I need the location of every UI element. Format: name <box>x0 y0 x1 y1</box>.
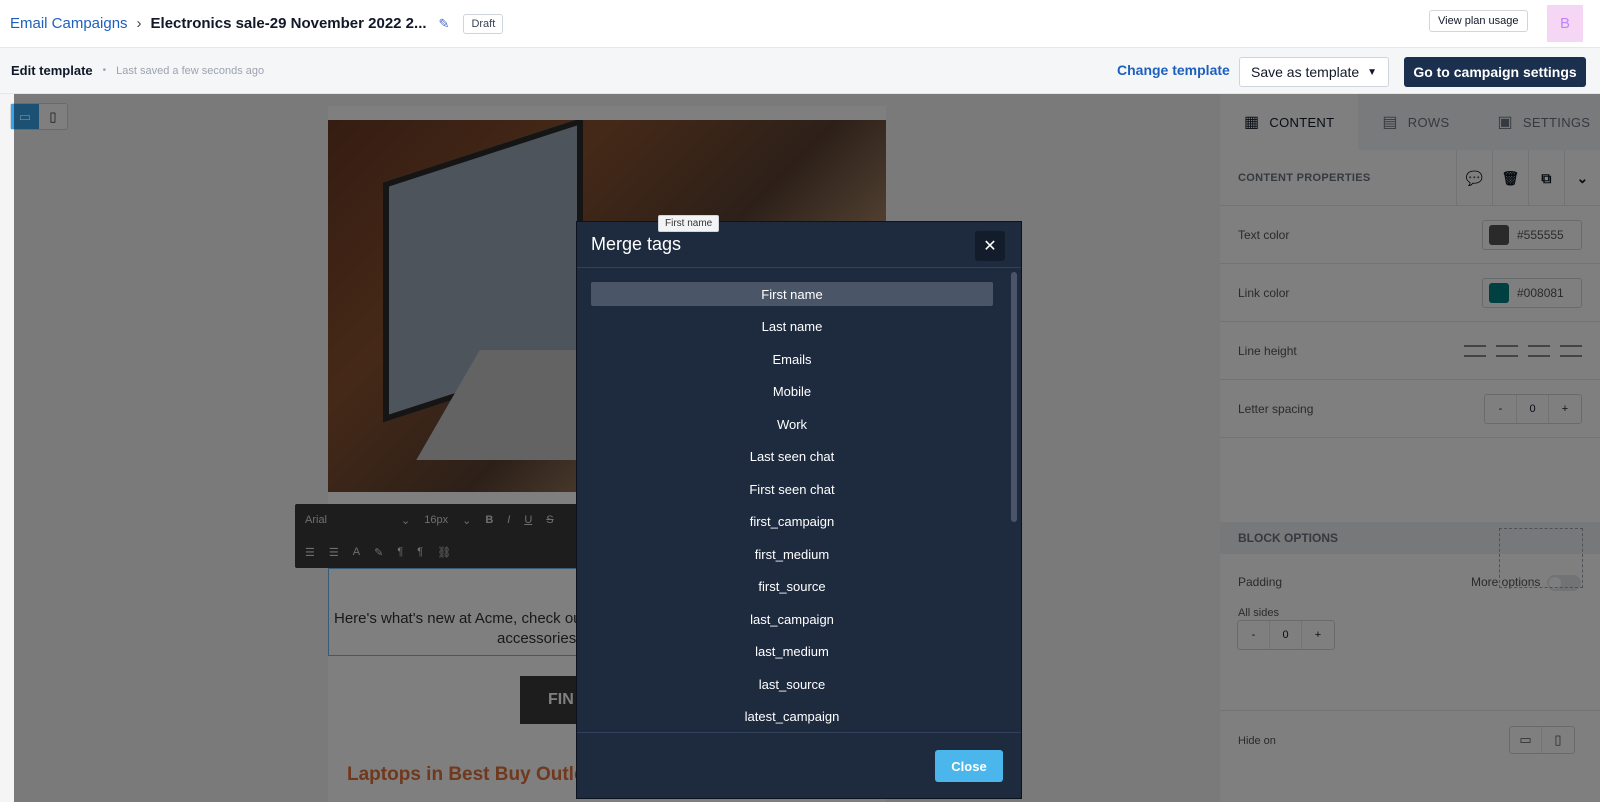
close-icon[interactable]: ✕ <box>975 231 1005 261</box>
merge-tag-first-source[interactable]: first_source <box>591 575 993 599</box>
scrollbar-thumb[interactable] <box>1011 272 1017 522</box>
status-badge: Draft <box>463 13 504 34</box>
merge-tag-emails[interactable]: Emails <box>591 347 993 371</box>
modal-header: Merge tags ✕ <box>577 222 1021 268</box>
change-template-link[interactable]: Change template <box>1117 62 1230 78</box>
go-to-campaign-settings-button[interactable]: Go to campaign settings <box>1404 57 1586 87</box>
merge-tag-last-campaign[interactable]: last_campaign <box>591 607 993 631</box>
merge-tag-last-source[interactable]: last_source <box>591 672 993 696</box>
edit-template-title: Edit template <box>11 63 93 78</box>
pencil-icon[interactable]: ✎ <box>439 16 450 32</box>
close-button[interactable]: Close <box>935 750 1003 782</box>
merge-tag-work[interactable]: Work <box>591 412 993 436</box>
save-as-template-dropdown[interactable]: Save as template ▼ <box>1239 57 1389 87</box>
scrollbar[interactable] <box>1011 272 1017 732</box>
chevron-right-icon: › <box>136 15 142 32</box>
merge-tag-last-seen-chat[interactable]: Last seen chat <box>591 445 993 469</box>
view-plan-usage-button[interactable]: View plan usage <box>1429 10 1528 32</box>
save-as-template-label: Save as template <box>1251 64 1360 80</box>
campaign-title: Electronics sale-29 November 2022 2... <box>150 15 427 32</box>
chevron-down-icon: ▼ <box>1367 66 1378 78</box>
merge-tag-latest-campaign[interactable]: latest_campaign <box>591 705 993 729</box>
modal-title: Merge tags <box>591 234 682 254</box>
merge-tag-first-medium[interactable]: first_medium <box>591 542 993 566</box>
merge-tag-last-name[interactable]: Last name <box>591 315 993 339</box>
avatar[interactable]: B <box>1547 5 1583 42</box>
merge-tag-list: First name Last name Emails Mobile Work … <box>591 282 993 737</box>
breadcrumb-email-campaigns[interactable]: Email Campaigns <box>10 15 128 32</box>
modal-footer: Close <box>577 732 1021 798</box>
merge-tag-mobile[interactable]: Mobile <box>591 380 993 404</box>
merge-tag-first-campaign[interactable]: first_campaign <box>591 510 993 534</box>
merge-tag-first-seen-chat[interactable]: First seen chat <box>591 477 993 501</box>
separator-dot: • <box>102 65 107 76</box>
tooltip: First name <box>658 215 720 232</box>
merge-tag-last-medium[interactable]: last_medium <box>591 640 993 664</box>
merge-tag-first-name[interactable]: First name <box>591 282 993 306</box>
merge-tags-modal: Merge tags ✕ First name Last name Emails… <box>576 221 1022 799</box>
top-header: Email Campaigns › Electronics sale-29 No… <box>0 0 1600 48</box>
save-status: Last saved a few seconds ago <box>116 64 265 77</box>
